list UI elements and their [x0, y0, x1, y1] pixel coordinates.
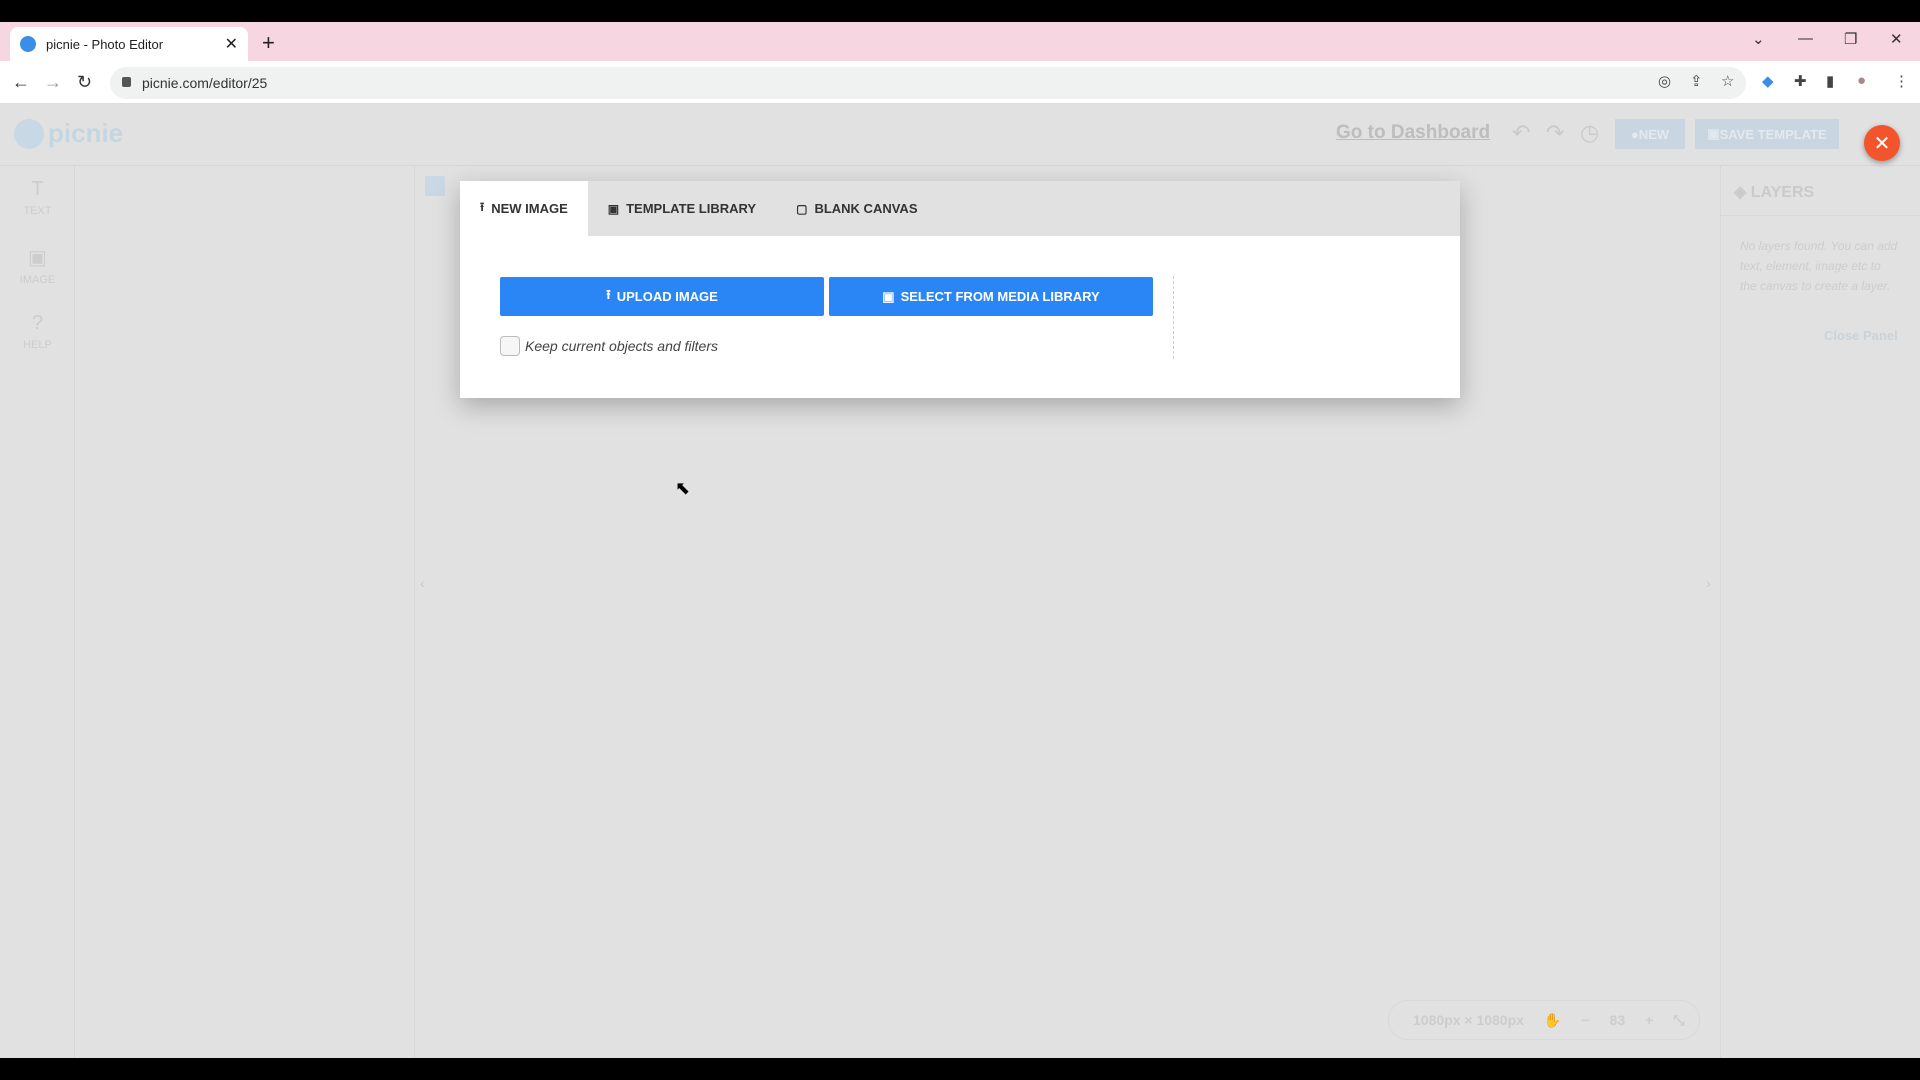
profile-avatar[interactable]: ● [1857, 72, 1866, 89]
modal-body: ⭱ UPLOAD IMAGE ▣ SELECT FROM MEDIA LIBRARY… [460, 236, 1460, 398]
keep-objects-checkbox[interactable] [500, 336, 520, 356]
url-text: picnie.com/editor/25 [142, 75, 268, 91]
canvas-dimensions: 1080px × 1080px [1413, 1012, 1524, 1028]
address-bar[interactable]: picnie.com/editor/25 [110, 67, 1746, 99]
lock-icon [122, 77, 131, 87]
layers-empty-text: No layers found. You can add text, eleme… [1740, 239, 1898, 293]
undo-icon[interactable]: ↶ [1512, 120, 1530, 146]
browser-tab[interactable]: picnie - Photo Editor ✕ [10, 27, 248, 61]
mouse-cursor-icon: ⬉ [675, 478, 691, 498]
upload-image-button[interactable]: ⭱ UPLOAD IMAGE [500, 277, 824, 316]
canvas-edit-icon[interactable] [425, 176, 445, 196]
help-icon: ? [31, 312, 44, 334]
select-from-media-library-button[interactable]: ▣ SELECT FROM MEDIA LIBRARY [829, 277, 1153, 316]
side-panel-icon[interactable]: ▮ [1826, 72, 1834, 90]
top-black-bar [0, 0, 1920, 22]
minimize-button[interactable]: — [1798, 30, 1813, 47]
layers-panel [1720, 166, 1920, 1058]
sidebar-item-help[interactable]: ? HELP [0, 312, 75, 351]
close-modal-button[interactable]: ✕ [1864, 125, 1900, 161]
left-panel [75, 166, 415, 1058]
canvas-icon: ▢ [796, 201, 808, 216]
bottom-black-bar [0, 1058, 1920, 1080]
extension-icon[interactable]: ◆ [1762, 72, 1774, 90]
sidebar-item-image[interactable]: ▣ IMAGE [0, 245, 75, 286]
puzzle-icon[interactable]: ✚ [1794, 72, 1807, 90]
bookmark-star-icon[interactable]: ☆ [1721, 72, 1734, 90]
menu-icon[interactable]: ⋮ [1894, 72, 1909, 90]
tab-search-icon[interactable]: ⌄ [1752, 30, 1765, 48]
forward-icon[interactable]: → [44, 72, 62, 93]
history-icon[interactable]: ◷ [1580, 120, 1599, 146]
upload-icon: ⭱ [606, 286, 611, 302]
library-icon: ▣ [607, 201, 620, 216]
new-tab-button[interactable]: + [262, 30, 275, 56]
redo-icon[interactable]: ↷ [1546, 120, 1564, 146]
reload-icon[interactable]: ↻ [77, 72, 92, 93]
tab-blank-canvas[interactable]: ▢ BLANK CANVAS [776, 181, 937, 236]
keep-objects-label[interactable]: Keep current objects and filters [525, 338, 718, 354]
new-design-modal: ⭱ NEW IMAGE ▣ TEMPLATE LIBRARY ▢ BLANK CANV… [460, 181, 1460, 398]
zoom-level[interactable]: 83 [1600, 1012, 1636, 1028]
back-icon[interactable]: ← [12, 72, 30, 93]
fit-icon[interactable]: ⤡ [1663, 1012, 1694, 1029]
text-icon: T [31, 178, 44, 200]
browser-tab-bar [0, 22, 1920, 61]
tab-template-library[interactable]: ▣ TEMPLATE LIBRARY [588, 181, 776, 236]
image-icon: ▣ [28, 247, 47, 269]
collapse-left-arrow-icon[interactable]: ‹ [420, 575, 425, 591]
save-template-button[interactable]: ▣ SAVE TEMPLATE [1695, 119, 1839, 149]
tab-close-icon[interactable]: ✕ [225, 34, 238, 54]
tab-new-image[interactable]: ⭱ NEW IMAGE [460, 181, 588, 236]
tab-title: picnie - Photo Editor [46, 36, 164, 52]
favicon-icon [20, 36, 36, 52]
zoom-bar: 1080px × 1080px ✋ − 83 + ⤡ [1388, 1000, 1700, 1040]
restore-button[interactable]: ❐ [1844, 30, 1857, 48]
sidebar-item-text[interactable]: T TEXT [0, 178, 75, 217]
zoom-in-button[interactable]: + [1635, 1012, 1663, 1028]
layers-header: ◈ LAYERS [1720, 170, 1920, 216]
tracking-off-icon[interactable]: ◎ [1658, 72, 1671, 90]
divider [1173, 276, 1174, 359]
close-panel-link[interactable]: Close Panel [1824, 328, 1898, 343]
media-library-icon: ▣ [882, 288, 895, 304]
left-sidebar [0, 166, 75, 1058]
go-to-dashboard-link[interactable]: Go to Dashboard [1336, 122, 1490, 144]
collapse-right-arrow-icon[interactable]: › [1706, 575, 1711, 591]
logo-icon [14, 118, 44, 149]
share-icon[interactable]: ⇪ [1690, 72, 1703, 90]
picnie-logo[interactable]: picnie [14, 118, 123, 149]
window-close-button[interactable]: ✕ [1890, 30, 1903, 48]
zoom-out-button[interactable]: − [1571, 1012, 1599, 1028]
new-button[interactable]: ● NEW [1615, 119, 1685, 149]
upload-icon: ⭱ [480, 200, 485, 214]
modal-tabs: ⭱ NEW IMAGE ▣ TEMPLATE LIBRARY ▢ BLANK CANV… [460, 181, 1460, 236]
pan-hand-icon[interactable]: ✋ [1534, 1012, 1571, 1029]
